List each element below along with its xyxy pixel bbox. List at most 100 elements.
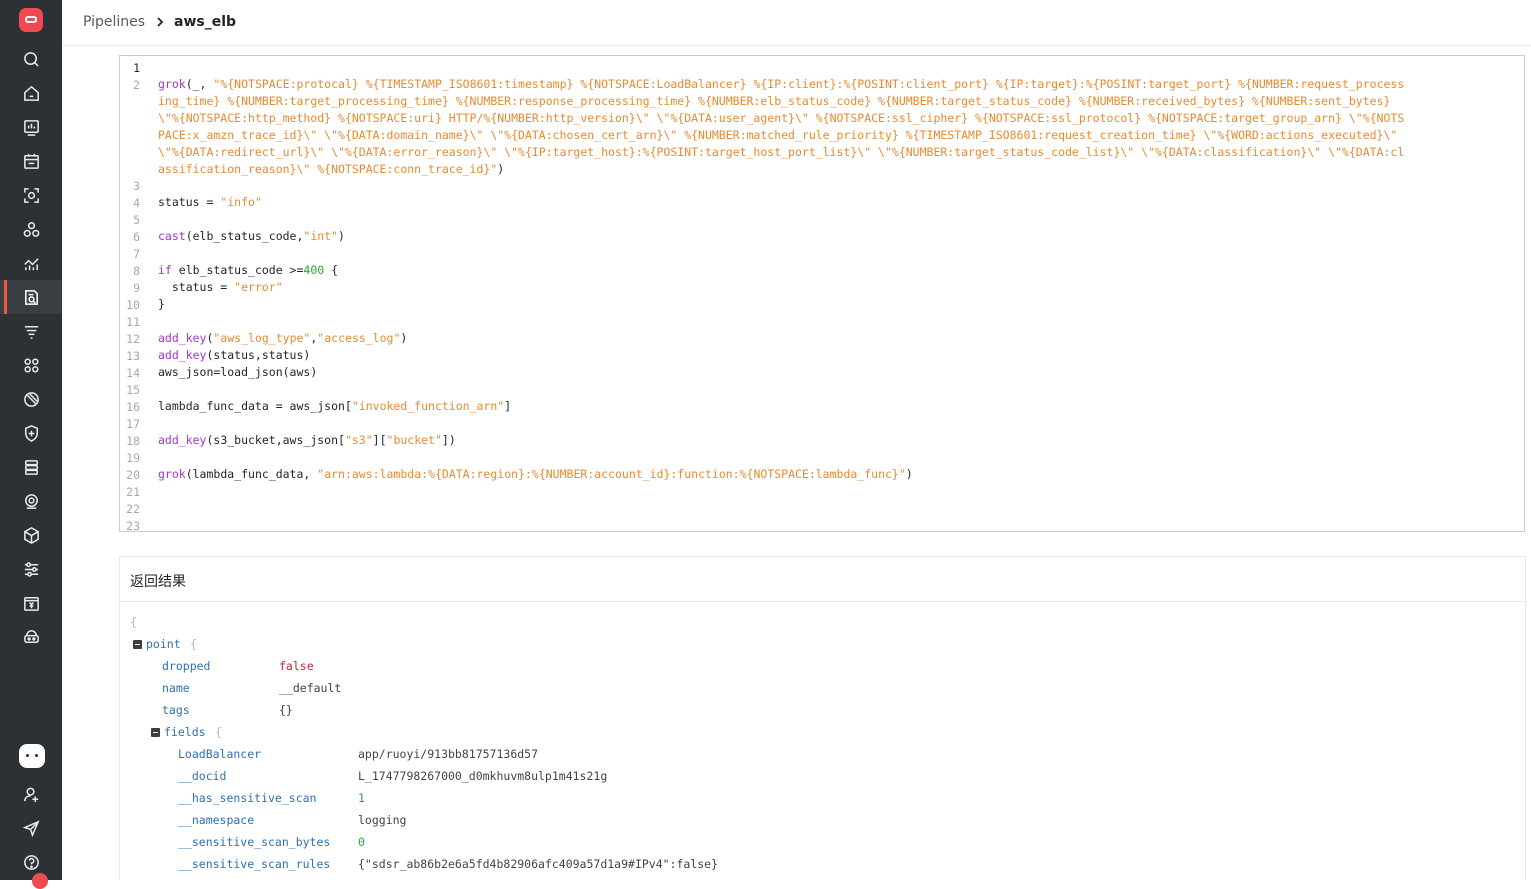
apps-icon[interactable] [0,348,62,382]
integration-icon[interactable] [0,620,62,654]
code-line: ing_time} %{NUMBER:target_processing_tim… [158,93,1508,110]
string-literal: PACE:x_amzn_trace_id}\" \"%{DATA:domain_… [158,128,1398,142]
result-title: 返回结果 [130,574,186,590]
home-icon[interactable] [0,76,62,110]
filter-icon[interactable] [0,314,62,348]
breadcrumb-pipelines-link[interactable]: Pipelines [83,14,145,30]
code-token: = [199,195,221,209]
code-line: add_key(s3_bucket,aws_json["s3"]["bucket… [158,432,1508,449]
divider [120,601,1525,602]
string-literal: "bucket" [386,433,442,447]
string-literal: "access_log" [317,331,401,345]
json-key: tags [162,703,190,717]
code-token: status = [158,280,235,294]
calendar-icon[interactable] [0,144,62,178]
code-token: ) [905,467,913,481]
code-line: \"%{DATA:redirect_url}\" \"%{DATA:error_… [158,144,1508,161]
json-value: L_1747798267000_d0mkhuvm8ulp1m41s21g [358,769,608,783]
send-icon[interactable] [0,811,62,845]
line-number: 19 [126,451,140,465]
code-line: status = "error" [158,279,1508,296]
string-literal: assification_reason}\" %{NOTSPACE:conn_t… [158,162,498,176]
json-key-point: point [146,637,181,651]
billing-icon[interactable] [0,586,62,620]
json-value: 1 [358,791,365,805]
code-line: } [158,296,1508,313]
search-icon[interactable] [0,42,62,76]
line-number: 15 [126,383,140,397]
line-number: 4 [133,196,140,210]
code-line: \"%{NOTSPACE:http_method} %{NOTSPACE:uri… [158,110,1508,127]
line-number: 7 [133,247,140,261]
line-number: 9 [133,281,140,295]
json-key-fields: fields [164,725,206,739]
json-key: name [162,681,190,695]
breadcrumb-current: aws_elb [174,14,237,30]
string-literal: "s3" [344,433,373,447]
json-key: __sensitive_scan_bytes [178,835,331,849]
string-literal: "aws_log_type" [213,331,311,345]
line-number: 5 [133,213,140,227]
code-line: add_key("aws_log_type","access_log") [158,330,1508,347]
code-editor[interactable]: 1 2 3 4 5 6 7 8 9 10 11 12 13 14 15 16 17 18 19 20 21 22 23 gro… [119,55,1525,533]
ai-assistant-icon[interactable] [19,744,45,768]
line-number: 2 [133,78,140,92]
json-key: __has_sensitive_scan [178,791,317,805]
line-number: 14 [126,366,140,380]
code-line: if elb_status_code >=400 { [158,262,1508,279]
json-open-brace: { [130,615,137,629]
shield-icon[interactable] [0,416,62,450]
code-token: ] [504,399,512,413]
code-line: aws_json=load_json(aws) [158,364,1508,381]
dashboard-icon[interactable] [0,110,62,144]
code-token: { [324,263,339,277]
metrics-icon[interactable] [0,246,62,280]
string-literal: "arn:aws:lambda:%{DATA:region}:%{NUMBER:… [317,467,906,481]
number-literal: 400 [303,263,325,277]
json-key: __sensitive_scan_rules [178,857,331,871]
line-number: 20 [126,468,140,482]
code-token: (_, [185,77,214,91]
security-icon[interactable] [0,382,62,416]
help-icon[interactable] [0,845,62,879]
function-name: cast [158,229,186,243]
line-number: 3 [133,179,140,193]
scan-icon[interactable] [0,178,62,212]
json-key: LoadBalancer [178,747,262,761]
code-line: add_key(status,status) [158,347,1508,364]
topology-icon[interactable] [0,212,62,246]
sidebar [0,0,62,889]
string-literal: "%{NOTSPACE:protocal} %{TIMESTAMP_ISO860… [213,77,1405,91]
json-value: 0 [358,835,365,849]
code-token: lambda_func_data = aws_json[ [158,399,352,413]
string-literal: ing_time} %{NUMBER:target_processing_tim… [158,94,1391,108]
app-logo[interactable] [19,8,43,32]
line-number: 12 [126,332,140,346]
string-literal: "invoked_function_arn" [351,399,505,413]
collapse-point-toggle[interactable] [133,640,142,649]
code-line: assification_reason}\" %{NOTSPACE:conn_t… [158,161,1508,178]
function-name: grok [158,467,186,481]
collapse-fields-toggle[interactable] [151,728,160,737]
result-panel: 返回结果 { point { fields { dropped false name… [119,556,1526,880]
json-key: __docid [178,769,227,783]
code-token: ) [400,331,408,345]
line-number: 16 [126,400,140,414]
line-number: 23 [126,519,140,533]
code-line: cast(elb_status_code,"int") [158,228,1508,245]
json-brace: { [190,637,197,651]
string-literal: "int" [303,229,339,243]
json-value: __default [279,681,342,695]
package-icon[interactable] [0,518,62,552]
line-number: 22 [126,502,140,516]
pipelines-icon[interactable] [0,280,62,314]
code-token: (s3_bucket,aws_json[ [206,433,345,447]
code-token: status [158,195,200,209]
settings-icon[interactable] [0,552,62,586]
database-icon[interactable] [0,450,62,484]
user-icon[interactable] [0,777,62,811]
line-number: 1 [133,61,140,75]
line-number: 18 [126,434,140,448]
monitor-icon[interactable] [0,484,62,518]
code-token: ][ [372,433,387,447]
